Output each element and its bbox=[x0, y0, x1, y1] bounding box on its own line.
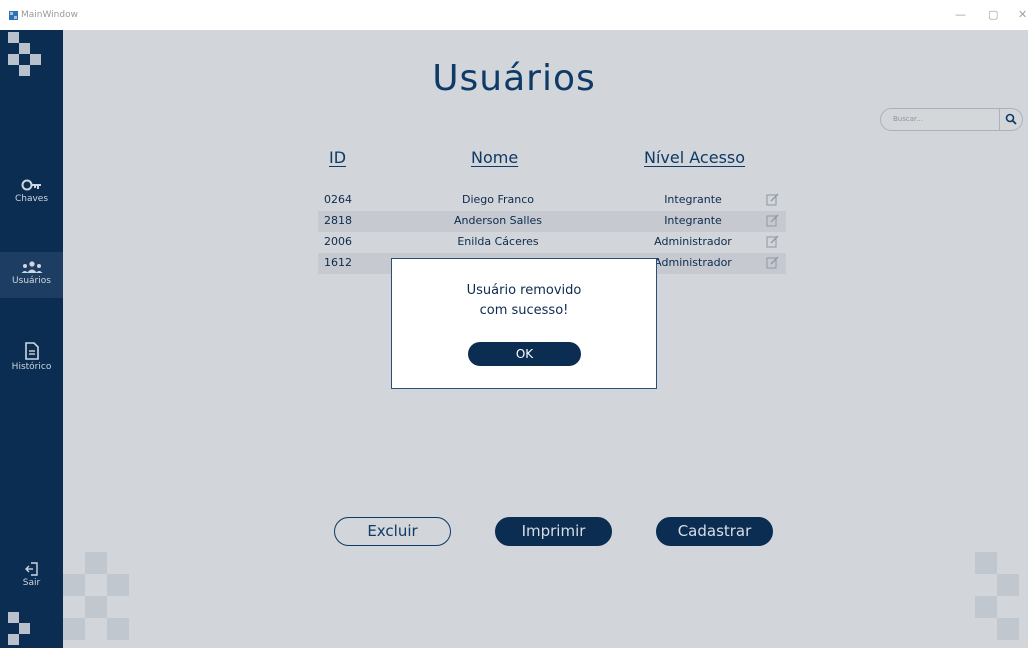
document-icon bbox=[24, 342, 39, 360]
table-row[interactable]: 2006 Enilda Cáceres Administrador bbox=[318, 232, 786, 253]
minimize-button[interactable]: — bbox=[955, 8, 966, 21]
decor-pattern-right bbox=[975, 552, 1019, 640]
sidebar-item-sair[interactable]: Sair bbox=[0, 562, 63, 592]
sidebar-item-label: Sair bbox=[22, 578, 41, 588]
delete-button[interactable]: Excluir bbox=[334, 517, 451, 546]
dialog-message: Usuário removido com sucesso! bbox=[466, 283, 582, 318]
sidebar-item-label: Usuários bbox=[12, 276, 51, 286]
cell-level: Administrador bbox=[654, 256, 732, 269]
cell-level: Integrante bbox=[664, 214, 722, 227]
key-icon bbox=[21, 179, 41, 191]
search-box[interactable]: Buscar... bbox=[880, 108, 1023, 131]
sidebar-item-chaves[interactable]: Chaves bbox=[0, 178, 63, 218]
cell-id: 0264 bbox=[324, 193, 352, 206]
edit-icon[interactable] bbox=[766, 235, 779, 248]
users-icon bbox=[21, 261, 42, 273]
decor-pattern-left bbox=[63, 552, 129, 640]
cell-name: Diego Franco bbox=[461, 193, 535, 206]
sidebar: Chaves Usuários Histórico Sair bbox=[0, 30, 63, 648]
cell-name: Anderson Salles bbox=[453, 214, 543, 227]
window-title: MainWindow bbox=[21, 10, 78, 20]
cell-id: 2006 bbox=[324, 235, 352, 248]
close-button[interactable]: ✕ bbox=[1018, 8, 1027, 21]
app-icon bbox=[9, 11, 18, 20]
cell-name: Enilda Cáceres bbox=[457, 235, 539, 248]
cell-id: 1612 bbox=[324, 256, 352, 269]
print-button[interactable]: Imprimir bbox=[495, 517, 612, 546]
sidebar-item-label: Chaves bbox=[14, 194, 49, 204]
search-divider bbox=[999, 109, 1000, 130]
ok-button[interactable]: OK bbox=[468, 342, 581, 366]
search-icon[interactable] bbox=[1005, 113, 1017, 125]
success-dialog: Usuário removido com sucesso! OK bbox=[391, 258, 657, 389]
logo-pattern-bottom bbox=[8, 612, 30, 645]
column-header-level[interactable]: Nível Acesso bbox=[644, 148, 745, 167]
table-row[interactable]: 2818 Anderson Salles Integrante bbox=[318, 211, 786, 232]
sidebar-item-historico[interactable]: Histórico bbox=[0, 342, 63, 382]
cell-id: 2818 bbox=[324, 214, 352, 227]
table-row[interactable]: 0264 Diego Franco Integrante bbox=[318, 190, 786, 211]
logout-icon bbox=[24, 562, 38, 576]
maximize-button[interactable]: ▢ bbox=[988, 8, 998, 21]
cell-level: Integrante bbox=[664, 193, 722, 206]
window-titlebar: MainWindow — ▢ ✕ bbox=[0, 0, 1028, 30]
column-header-name[interactable]: Nome bbox=[471, 148, 518, 167]
column-header-id[interactable]: ID bbox=[329, 148, 346, 167]
search-placeholder[interactable]: Buscar... bbox=[893, 115, 923, 123]
cell-level: Administrador bbox=[654, 235, 732, 248]
sidebar-item-label: Histórico bbox=[11, 362, 52, 372]
page-title: Usuários bbox=[432, 58, 596, 99]
edit-icon[interactable] bbox=[766, 193, 779, 206]
edit-icon[interactable] bbox=[766, 256, 779, 269]
sidebar-item-usuarios[interactable]: Usuários bbox=[0, 252, 63, 298]
edit-icon[interactable] bbox=[766, 214, 779, 227]
register-button[interactable]: Cadastrar bbox=[656, 517, 773, 546]
